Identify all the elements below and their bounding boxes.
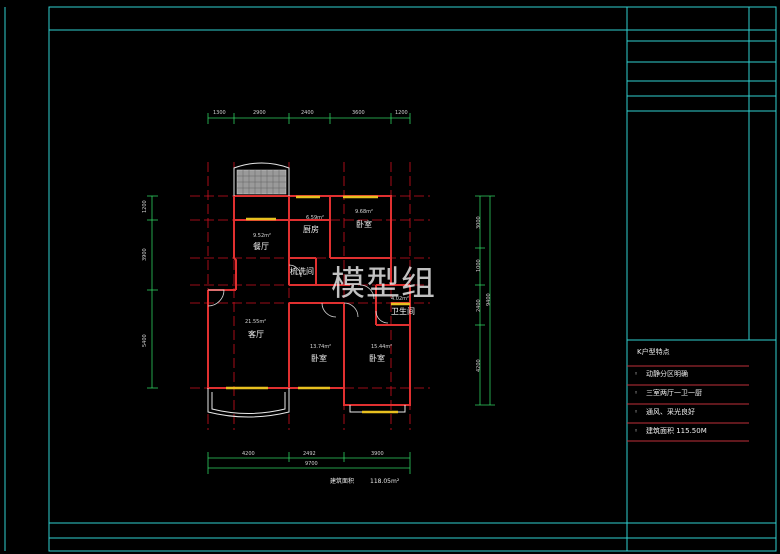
bullet-4: 建筑面积 115.50M bbox=[646, 427, 707, 435]
top-dim-4: 3600 bbox=[352, 110, 365, 116]
bullet-mark-3: ◦ bbox=[634, 408, 639, 416]
bottom-dim-2: 2492 bbox=[303, 451, 316, 457]
right-dim-3: 2400 bbox=[476, 299, 482, 312]
building-area-label: 建筑面积 bbox=[330, 478, 355, 485]
bedroom-top-name: 卧室 bbox=[356, 220, 372, 229]
dining-area: 9.52m² bbox=[253, 233, 272, 239]
bullet-1: 动静分区明确 bbox=[646, 370, 688, 378]
bullet-mark-1: ◦ bbox=[634, 370, 639, 378]
bay-window-top bbox=[233, 162, 290, 196]
bottom-dim-3: 3900 bbox=[371, 451, 384, 457]
bedroom-top-area: 9.68m² bbox=[355, 209, 374, 215]
living-area: 21.55m² bbox=[245, 319, 267, 325]
bathroom-name: 卫生间 bbox=[391, 307, 415, 316]
watermark-text: 模型组 bbox=[331, 264, 436, 304]
title-block-heading: K户型特点 bbox=[637, 348, 670, 356]
top-dim-1: 1300 bbox=[213, 110, 226, 116]
top-dim-2: 2900 bbox=[253, 110, 266, 116]
bedroom-right-name: 卧室 bbox=[369, 354, 385, 363]
bottom-dim-total: 9700 bbox=[305, 461, 318, 467]
bathroom-area: 4.02m² bbox=[391, 296, 410, 302]
dining-name: 餐厅 bbox=[253, 242, 269, 251]
right-dim-1: 3000 bbox=[476, 216, 482, 229]
bottom-dim-1: 4200 bbox=[242, 451, 255, 457]
bedroom-mid-area: 13.74m² bbox=[310, 344, 332, 350]
right-dim-total: 9400 bbox=[486, 293, 492, 306]
bedroom-mid-name: 卧室 bbox=[311, 354, 327, 363]
bullet-2: 三室两厅一卫一厨 bbox=[646, 389, 702, 397]
kitchen-name: 厨房 bbox=[303, 225, 319, 234]
right-dim-4: 4200 bbox=[476, 359, 482, 372]
bullet-mark-2: ◦ bbox=[634, 389, 639, 397]
right-dim-2: 1000 bbox=[476, 259, 482, 272]
left-dim-1: 1200 bbox=[142, 200, 148, 213]
left-dimension-line bbox=[147, 195, 158, 389]
kitchen-area: 6.59m² bbox=[306, 215, 325, 221]
bedroom-right-area: 15.44m² bbox=[371, 344, 393, 350]
left-dim-2: 3900 bbox=[142, 248, 148, 261]
living-name: 客厅 bbox=[248, 330, 264, 339]
top-dim-3: 2400 bbox=[301, 110, 314, 116]
bullet-mark-4: ◦ bbox=[634, 427, 639, 435]
top-dim-5: 1200 bbox=[395, 110, 408, 116]
washroom-name: 梳洗间 bbox=[290, 267, 314, 276]
building-area-value: 118.05m² bbox=[370, 478, 400, 485]
bullet-3: 通风、采光良好 bbox=[646, 408, 695, 416]
left-dim-3: 5400 bbox=[142, 334, 148, 347]
